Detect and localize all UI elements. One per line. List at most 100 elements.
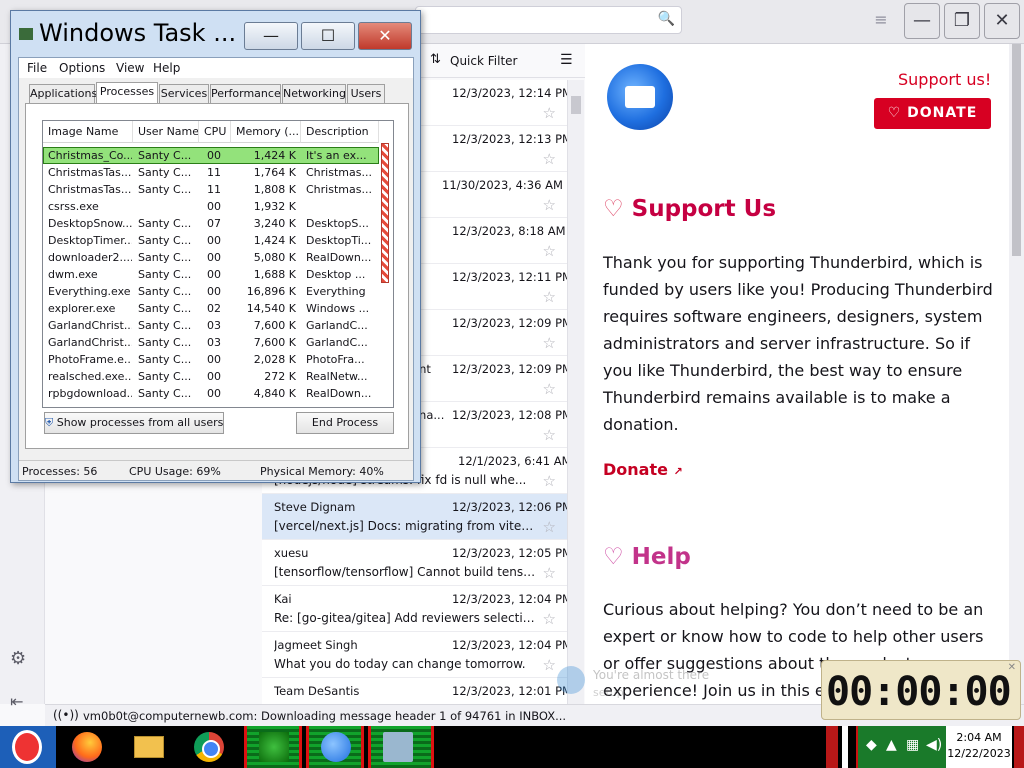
thunderbird-tray-icon[interactable]: ◆ [866, 737, 877, 753]
menu-view[interactable]: View [116, 61, 144, 75]
menu-file[interactable]: File [27, 61, 47, 75]
donate-link[interactable]: Donate ↗ [603, 460, 683, 479]
star-icon[interactable]: ☆ [543, 288, 556, 306]
tree-tray-icon[interactable]: ▲ [886, 737, 897, 753]
process-name: PhotoFrame.e... [48, 353, 132, 366]
message-row[interactable]: xuesu 12/3/2023, 12:05 PM [tensorflow/te… [262, 540, 568, 586]
process-row[interactable]: rpbgdownload.... Santy C... 00 4,840 K R… [43, 386, 379, 403]
message-row-selected[interactable]: Steve Dignam 12/3/2023, 12:06 PM [vercel… [262, 494, 567, 540]
tab-services[interactable]: Services [159, 84, 209, 103]
star-icon[interactable]: ☆ [543, 518, 556, 536]
star-icon[interactable]: ☆ [543, 564, 556, 582]
star-icon[interactable]: ☆ [543, 472, 556, 490]
col-user-name[interactable]: User Name [133, 121, 199, 143]
process-list-scrollbar[interactable] [379, 143, 393, 407]
col-image-name[interactable]: Image Name [43, 121, 133, 143]
minimize-button[interactable]: — [244, 22, 298, 50]
message-date: 12/3/2023, 12:05 PM [452, 546, 568, 560]
star-icon[interactable]: ☆ [543, 104, 556, 122]
filter-icon[interactable]: ⇅ [430, 52, 441, 67]
message-sender: xuesu [274, 546, 309, 560]
process-row[interactable]: Everything.exe Santy C... 00 16,896 K Ev… [43, 284, 379, 301]
scrollbar-thumb[interactable] [381, 143, 389, 283]
restore-button[interactable]: ❐ [944, 3, 980, 39]
taskbar-file-explorer[interactable] [126, 726, 172, 768]
process-row[interactable]: DesktopTimer... Santy C... 00 1,424 K De… [43, 233, 379, 250]
taskbar-chrome[interactable] [186, 726, 232, 768]
close-button[interactable]: ✕ [984, 3, 1020, 39]
menu-options[interactable]: Options [59, 61, 105, 75]
minimize-button[interactable]: — [904, 3, 940, 39]
star-icon[interactable]: ☆ [543, 242, 556, 260]
maximize-button[interactable]: ☐ [301, 22, 355, 50]
menu-help[interactable]: Help [153, 61, 180, 75]
quick-filter-button[interactable]: Quick Filter [450, 54, 517, 68]
process-row[interactable]: csrss.exe 00 1,932 K [43, 199, 379, 216]
process-row[interactable]: downloader2.... Santy C... 00 5,080 K Re… [43, 250, 379, 267]
tab-networking[interactable]: Networking [282, 84, 346, 103]
star-icon[interactable]: ☆ [543, 196, 556, 214]
physical-memory: Physical Memory: 40% [260, 465, 384, 478]
process-row[interactable]: GarlandChrist... Santy C... 03 7,600 K G… [43, 335, 379, 352]
tab-processes[interactable]: Processes [96, 82, 158, 104]
network-icon[interactable]: ▦ [906, 737, 919, 753]
end-process-button[interactable]: End Process [296, 412, 394, 434]
tab-performance[interactable]: Performance [210, 84, 281, 103]
process-cpu: 07 [207, 217, 221, 230]
message-list-scrollbar[interactable] [568, 80, 584, 704]
star-icon[interactable]: ☆ [543, 380, 556, 398]
process-user: Santy C... [138, 302, 192, 315]
message-sender: Steve Dignam [274, 500, 356, 514]
col-description[interactable]: Description [301, 121, 379, 143]
tab-applications[interactable]: Applications [29, 84, 97, 103]
scrollbar-thumb[interactable] [571, 96, 581, 114]
window-title: Windows Task ... [19, 19, 236, 47]
taskbar-christmas-tree[interactable] [244, 726, 302, 768]
window-title-text: Windows Task ... [39, 19, 237, 47]
star-icon[interactable]: ☆ [543, 334, 556, 352]
process-row[interactable]: ChristmasTas... Santy C... 11 1,808 K Ch… [43, 182, 379, 199]
process-row[interactable]: realsched.exe... Santy C... 00 272 K Rea… [43, 369, 379, 386]
process-name: Christmas_Co... [48, 149, 132, 162]
taskbar-clock[interactable]: 2:04 AM 12/22/2023 [946, 726, 1012, 768]
donate-button[interactable]: ♡ DONATE [874, 98, 991, 129]
tab-users[interactable]: Users [347, 84, 385, 103]
col-cpu[interactable]: CPU [199, 121, 231, 143]
firefox-icon [72, 732, 102, 762]
settings-icon[interactable]: ⚙ [10, 648, 26, 669]
taskbar-thunderbird[interactable] [306, 726, 364, 768]
process-row[interactable]: GarlandChrist... Santy C... 03 7,600 K G… [43, 318, 379, 335]
content-scrollbar[interactable] [1009, 44, 1024, 704]
app-menu-icon[interactable]: ≡ [866, 10, 896, 32]
star-icon[interactable]: ☆ [543, 426, 556, 444]
process-row-selected[interactable]: Christmas_Co... Santy C... 00 1,424 K It… [43, 147, 379, 164]
process-row[interactable]: dwm.exe Santy C... 00 1,688 K Desktop ..… [43, 267, 379, 284]
show-all-processes-button[interactable]: ⛨ Show processes from all users [44, 412, 224, 434]
message-row[interactable]: Team DeSantis 12/3/2023, 12:01 PM [262, 678, 567, 704]
search-input[interactable]: 🔍 [415, 6, 682, 34]
process-row[interactable]: ChristmasTas... Santy C... 11 1,764 K Ch… [43, 165, 379, 182]
scrollbar-thumb[interactable] [1012, 44, 1021, 256]
process-row[interactable]: DesktopSnow... Santy C... 07 3,240 K Des… [43, 216, 379, 233]
taskbar-firefox[interactable] [66, 726, 108, 768]
taskbar-task-manager[interactable] [368, 726, 434, 768]
process-table: Image Name User Name CPU Memory (... Des… [42, 120, 394, 408]
show-desktop-button[interactable] [1014, 726, 1024, 768]
star-icon[interactable]: ☆ [543, 150, 556, 168]
volume-icon[interactable]: ◀) [926, 737, 942, 753]
desktop-timer-widget[interactable]: 00:00:00 ✕ [821, 660, 1021, 720]
support-us-link[interactable]: Support us! [898, 70, 991, 89]
col-memory[interactable]: Memory (... [231, 121, 301, 143]
message-row[interactable]: Jagmeet Singh 12/3/2023, 12:04 PM What y… [262, 632, 567, 678]
message-row[interactable]: Kai 12/3/2023, 12:04 PM Re: [go-gitea/gi… [262, 586, 567, 632]
close-icon[interactable]: ✕ [1008, 662, 1016, 673]
setup-notification[interactable]: You're almost there setup. [553, 662, 803, 708]
collapse-icon[interactable]: ⇤ [10, 692, 23, 711]
list-options-icon[interactable]: ☰ [560, 52, 573, 68]
process-row[interactable]: PhotoFrame.e... Santy C... 00 2,028 K Ph… [43, 352, 379, 369]
start-button[interactable] [0, 726, 56, 768]
star-icon[interactable]: ☆ [543, 610, 556, 628]
close-button[interactable]: ✕ [358, 22, 412, 50]
process-row[interactable]: explorer.exe Santy C... 02 14,540 K Wind… [43, 301, 379, 318]
process-description: RealNetw... [306, 370, 368, 383]
